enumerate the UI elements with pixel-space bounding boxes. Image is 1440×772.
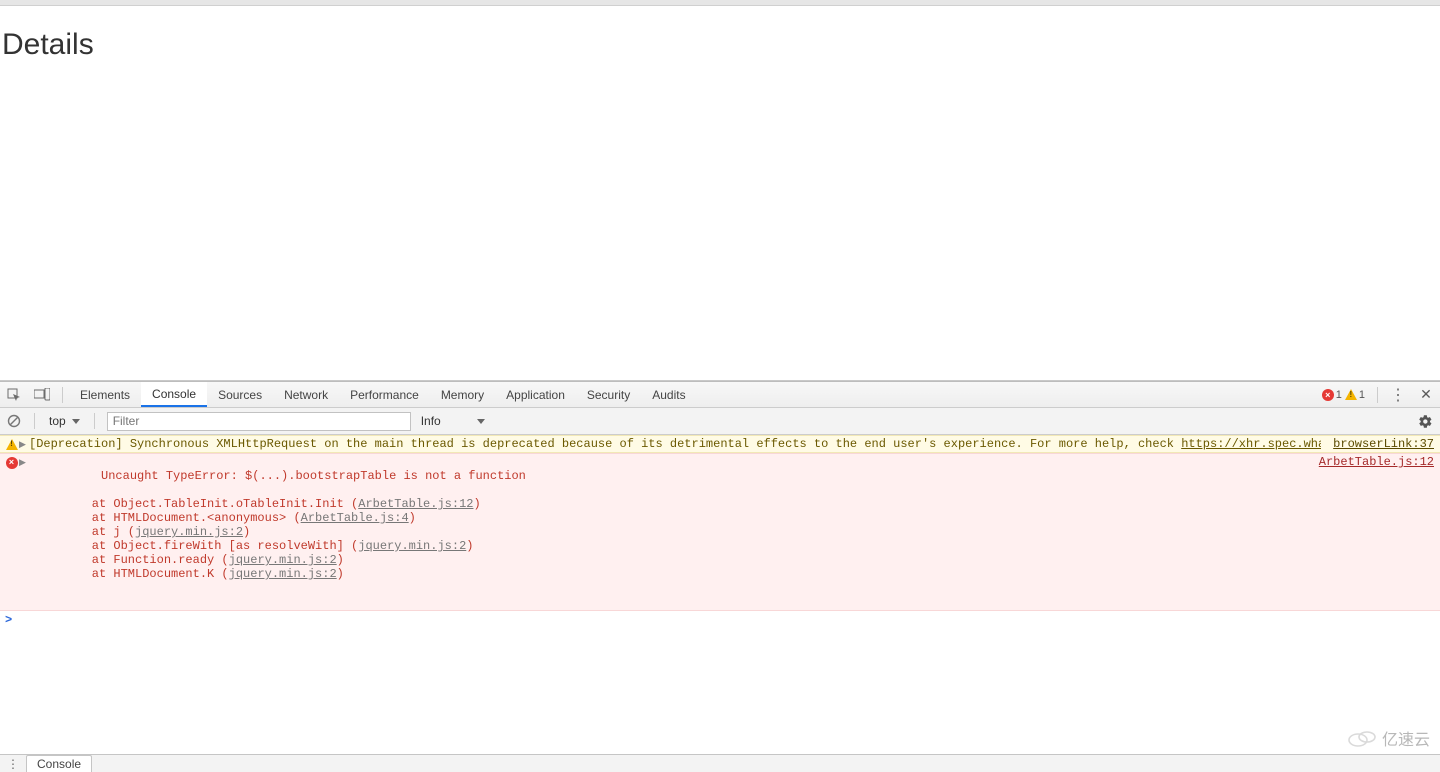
console-prompt[interactable]: > xyxy=(0,611,1440,629)
console-log-area: ▶ [Deprecation] Synchronous XMLHttpReque… xyxy=(0,435,1440,629)
stack-frame: at Object.TableInit.oTableInit.Init (Arb… xyxy=(29,497,1307,511)
separator xyxy=(34,413,35,429)
stack-frame: at Object.fireWith [as resolveWith] (jqu… xyxy=(29,539,1307,553)
log-message: [Deprecation] Synchronous XMLHttpRequest… xyxy=(29,437,1321,451)
tab-network[interactable]: Network xyxy=(273,382,339,407)
source-link[interactable]: ArbetTable.js:4 xyxy=(301,511,409,525)
page-title: Details xyxy=(2,28,1440,62)
drawer-tab-console[interactable]: Console xyxy=(26,755,92,772)
source-link[interactable]: ArbetTable.js:12 xyxy=(358,497,473,511)
error-icon: × xyxy=(1322,389,1334,401)
log-message: Uncaught TypeError: $(...).bootstrapTabl… xyxy=(29,455,1307,609)
level-value: Info xyxy=(421,414,441,428)
device-toggle-icon[interactable] xyxy=(28,382,56,407)
separator xyxy=(62,387,63,403)
source-link[interactable]: browserLink:37 xyxy=(1333,437,1434,451)
tab-audits[interactable]: Audits xyxy=(641,382,696,407)
stack-frame: at HTMLDocument.<anonymous> (ArbetTable.… xyxy=(29,511,1307,525)
chevron-down-icon xyxy=(72,419,80,424)
error-icon: × xyxy=(6,457,18,469)
source-link[interactable]: ArbetTable.js:12 xyxy=(1319,455,1434,469)
warning-icon xyxy=(6,439,18,450)
more-icon[interactable]: ⋮ xyxy=(1384,382,1412,407)
tab-sources[interactable]: Sources xyxy=(207,382,273,407)
status-counts[interactable]: ×1 1 xyxy=(1322,382,1371,407)
tab-elements[interactable]: Elements xyxy=(69,382,141,407)
level-dropdown[interactable]: Info xyxy=(421,414,485,428)
tab-security[interactable]: Security xyxy=(576,382,641,407)
error-count: 1 xyxy=(1336,389,1342,401)
doc-link[interactable]: https://xhr.spec.whatwg.org/ xyxy=(1181,437,1321,451)
separator xyxy=(94,413,95,429)
gear-icon[interactable] xyxy=(1410,408,1440,434)
source-link[interactable]: jquery.min.js:2 xyxy=(358,539,466,553)
filter-input[interactable] xyxy=(107,412,411,431)
chevron-down-icon xyxy=(477,419,485,424)
stack-frame: at j (jquery.min.js:2) xyxy=(29,525,1307,539)
expand-arrow-icon[interactable]: ▶ xyxy=(19,455,29,609)
devtools-panel: Elements Console Sources Network Perform… xyxy=(0,381,1440,772)
drawer-bar: ⋮ Console xyxy=(0,754,1440,772)
tab-performance[interactable]: Performance xyxy=(339,382,430,407)
tab-console[interactable]: Console xyxy=(141,382,207,407)
console-toolbar: top Info xyxy=(0,408,1440,435)
source-link[interactable]: jquery.min.js:2 xyxy=(229,567,337,581)
source-link[interactable]: jquery.min.js:2 xyxy=(229,553,337,567)
warning-icon xyxy=(1345,389,1357,400)
stack-frame: at HTMLDocument.K (jquery.min.js:2) xyxy=(29,567,1307,581)
tab-application[interactable]: Application xyxy=(495,382,576,407)
inspect-icon[interactable] xyxy=(0,382,28,407)
context-dropdown[interactable]: top xyxy=(41,408,88,434)
more-icon[interactable]: ⋮ xyxy=(0,755,26,772)
close-icon[interactable]: ✕ xyxy=(1412,382,1440,407)
warning-count: 1 xyxy=(1359,389,1365,401)
log-row-error: × ▶ Uncaught TypeError: $(...).bootstrap… xyxy=(0,453,1440,611)
tab-memory[interactable]: Memory xyxy=(430,382,495,407)
page-content: Details xyxy=(0,28,1440,381)
expand-arrow-icon[interactable]: ▶ xyxy=(19,437,29,450)
stack-frame: at Function.ready (jquery.min.js:2) xyxy=(29,553,1307,567)
source-link[interactable]: jquery.min.js:2 xyxy=(135,525,243,539)
separator xyxy=(1377,387,1378,403)
devtools-tabbar: Elements Console Sources Network Perform… xyxy=(0,382,1440,408)
clear-console-icon[interactable] xyxy=(0,408,28,434)
log-row-warning: ▶ [Deprecation] Synchronous XMLHttpReque… xyxy=(0,435,1440,453)
context-value: top xyxy=(49,414,66,428)
browser-tabstrip xyxy=(0,0,1440,6)
